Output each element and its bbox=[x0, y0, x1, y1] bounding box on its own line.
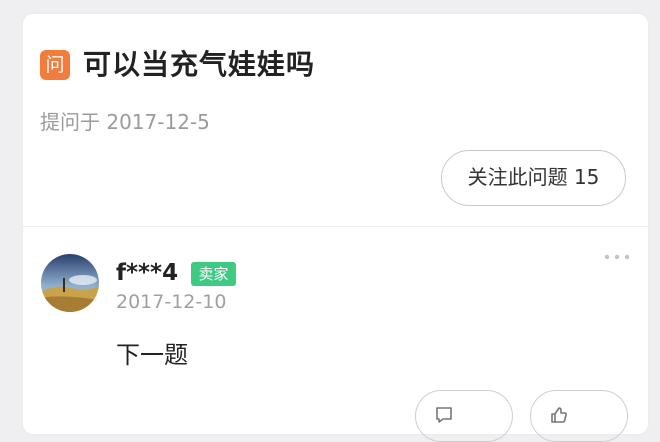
avatar-image bbox=[41, 254, 99, 312]
like-button[interactable] bbox=[530, 390, 628, 442]
comment-button[interactable] bbox=[415, 390, 513, 442]
question-title: 可以当充气娃娃吗 bbox=[83, 48, 316, 81]
answer-text: 下一题 bbox=[116, 341, 188, 369]
divider bbox=[23, 226, 648, 227]
avatar[interactable] bbox=[41, 254, 99, 312]
comment-icon bbox=[436, 407, 452, 423]
asked-date: 提问于 2017-12-5 bbox=[40, 110, 210, 134]
question-badge: 问 bbox=[40, 50, 70, 80]
question-card: 问 可以当充气娃娃吗 提问于 2017-12-5 关注此问题 15 f***4 … bbox=[23, 14, 648, 442]
like-icon bbox=[551, 407, 567, 423]
answer-date: 2017-12-10 bbox=[116, 291, 227, 313]
seller-badge: 卖家 bbox=[191, 262, 236, 286]
more-icon[interactable] bbox=[603, 252, 631, 262]
user-name[interactable]: f***4 bbox=[116, 259, 178, 287]
follow-question-button[interactable]: 关注此问题 15 bbox=[441, 150, 626, 206]
